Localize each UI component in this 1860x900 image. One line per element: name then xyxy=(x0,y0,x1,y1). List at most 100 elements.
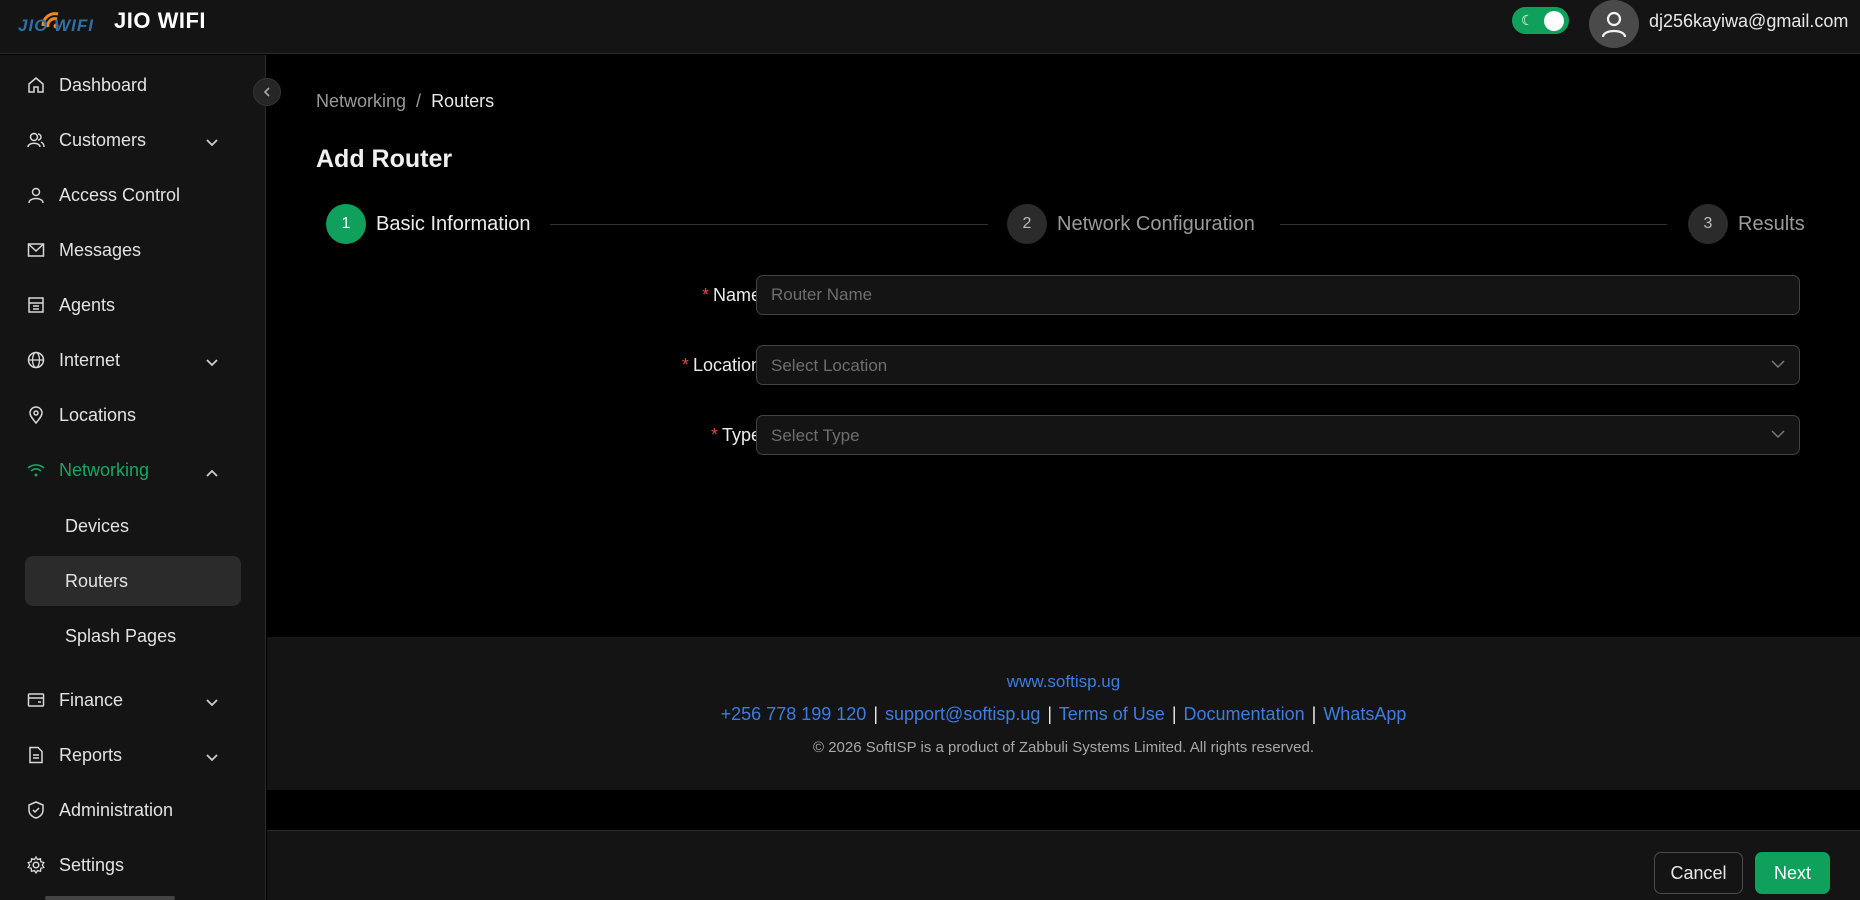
sidebar-item-messages[interactable]: Messages xyxy=(25,230,241,270)
chevron-down-icon xyxy=(205,692,219,713)
sidebar-item-label: Customers xyxy=(59,129,147,150)
sidebar-item-access-control[interactable]: Access Control xyxy=(25,175,241,215)
type-select[interactable]: Select Type xyxy=(756,415,1800,455)
chevron-down-icon xyxy=(1771,360,1785,369)
app-title: JIO WIFI xyxy=(114,8,206,33)
sidebar-scrollbar[interactable] xyxy=(45,896,175,900)
location-select[interactable]: Select Location xyxy=(756,345,1800,385)
moon-icon: ☾ xyxy=(1521,12,1534,28)
avatar[interactable] xyxy=(1589,0,1639,48)
sidebar-item-locations[interactable]: Locations xyxy=(25,395,241,435)
sidebar-item-label: Settings xyxy=(59,854,125,875)
wifi-icon xyxy=(25,459,47,481)
sidebar-subitem-label: Splash Pages xyxy=(65,625,177,646)
sidebar-item-label: Locations xyxy=(59,404,137,425)
sidebar-item-label: Access Control xyxy=(59,184,181,205)
chevron-down-icon xyxy=(205,352,219,373)
sidebar-item-settings[interactable]: Settings xyxy=(25,845,241,885)
wifi-logo-icon: JIO WIFI xyxy=(18,6,106,36)
chevron-left-icon xyxy=(263,87,270,97)
type-label: * Type xyxy=(711,425,761,446)
footer-copyright: © 2026 SoftISP is a product of Zabbuli S… xyxy=(812,739,1314,756)
sidebar-item-label: Finance xyxy=(59,689,124,710)
top-header: JIO WIFI JIO WIFI ☾ dj256kayiwa@gmail.co… xyxy=(0,0,1860,54)
location-label: * Location xyxy=(682,355,761,376)
stepper: 1 Basic Information 2 Network Configurat… xyxy=(326,204,1805,244)
chevron-up-icon xyxy=(205,462,219,483)
agents-icon xyxy=(25,294,47,316)
sidebar-item-administration[interactable]: Administration xyxy=(25,790,241,830)
shield-icon xyxy=(25,799,47,821)
user-email[interactable]: dj256kayiwa@gmail.com xyxy=(1649,11,1848,32)
sidebar-item-label: Dashboard xyxy=(59,74,148,95)
footer-separator: | xyxy=(1171,704,1177,724)
logo-text: JIO WIFI xyxy=(18,16,94,35)
footer-separator: | xyxy=(1311,704,1317,724)
required-mark: * xyxy=(681,355,689,375)
brand-logo[interactable]: JIO WIFI JIO WIFI xyxy=(18,6,206,36)
user-avatar-icon xyxy=(1601,11,1627,38)
main-content: Networking / Routers Add Router 1 Basic In… xyxy=(267,55,1860,637)
sidebar-item-customers[interactable]: Customers xyxy=(25,120,241,160)
router-name-input[interactable] xyxy=(756,275,1800,315)
required-mark: * xyxy=(710,425,718,445)
location-label-text: Location xyxy=(692,355,761,375)
step-3-label: Results xyxy=(1738,213,1805,235)
theme-toggle[interactable]: ☾ xyxy=(1512,7,1569,34)
chevron-down-icon xyxy=(1771,430,1785,439)
sidebar-item-dashboard[interactable]: Dashboard xyxy=(25,65,241,105)
step-2-label: Network Configuration xyxy=(1057,213,1255,235)
sidebar-item-label: Reports xyxy=(59,744,123,765)
footer-phone-link[interactable]: +256 778 199 120 xyxy=(721,704,867,724)
home-icon xyxy=(25,74,47,96)
toggle-knob xyxy=(1544,11,1564,31)
step-2-indicator: 2 xyxy=(1007,204,1047,244)
report-icon xyxy=(25,744,47,766)
footer-separator: | xyxy=(1047,704,1053,724)
sidebar-collapse-button[interactable] xyxy=(253,78,281,106)
footer: www.softisp.ug +256 778 199 120 | suppor… xyxy=(267,637,1860,790)
footer-email-link[interactable]: support@softisp.ug xyxy=(885,704,1040,724)
step-connector xyxy=(550,224,988,225)
breadcrumb-separator: / xyxy=(416,91,422,111)
action-bar: Cancel Next xyxy=(267,830,1860,900)
sidebar-item-internet[interactable]: Internet xyxy=(25,340,241,380)
sidebar-subitem-devices[interactable]: Devices xyxy=(25,501,241,551)
required-mark: * xyxy=(701,285,709,305)
cancel-button[interactable]: Cancel xyxy=(1654,852,1743,894)
sidebar: Dashboard Customers Access Control Messa… xyxy=(0,55,266,900)
breadcrumb-current: Routers xyxy=(431,91,495,111)
globe-icon xyxy=(25,349,47,371)
footer-links: +256 778 199 120 | support@softisp.ug | … xyxy=(267,704,1860,725)
sidebar-item-reports[interactable]: Reports xyxy=(25,735,241,775)
form-row-location: * Location Select Location xyxy=(267,345,1860,385)
location-pin-icon xyxy=(25,404,47,426)
breadcrumb-parent-link[interactable]: Networking xyxy=(316,91,406,111)
step-connector xyxy=(1280,224,1667,225)
customers-icon xyxy=(25,129,47,151)
footer-whatsapp-link[interactable]: WhatsApp xyxy=(1323,704,1406,724)
location-placeholder: Select Location xyxy=(771,356,888,375)
footer-terms-link[interactable]: Terms of Use xyxy=(1059,704,1165,724)
footer-website-link[interactable]: www.softisp.ug xyxy=(267,672,1860,692)
page-title: Add Router xyxy=(316,145,453,173)
sidebar-item-agents[interactable]: Agents xyxy=(25,285,241,325)
sidebar-item-networking[interactable]: Networking xyxy=(25,450,241,490)
sidebar-subitem-splash-pages[interactable]: Splash Pages xyxy=(25,611,241,661)
footer-separator: | xyxy=(873,704,878,724)
sidebar-item-label: Networking xyxy=(59,459,150,480)
step-1-label: Basic Information xyxy=(376,213,531,235)
footer-docs-link[interactable]: Documentation xyxy=(1184,704,1305,724)
chevron-down-icon xyxy=(205,747,219,768)
user-icon xyxy=(25,184,47,206)
form-row-name: * Name xyxy=(267,275,1860,315)
sidebar-subitem-label: Devices xyxy=(65,515,130,536)
sidebar-subitem-routers[interactable]: Routers xyxy=(25,556,241,606)
type-placeholder: Select Type xyxy=(771,426,860,445)
sidebar-item-label: Agents xyxy=(59,294,116,315)
sidebar-item-label: Internet xyxy=(59,349,121,370)
sidebar-item-finance[interactable]: Finance xyxy=(25,680,241,720)
next-button[interactable]: Next xyxy=(1755,852,1830,894)
breadcrumb: Networking / Routers xyxy=(316,91,494,112)
name-label: * Name xyxy=(702,285,761,306)
